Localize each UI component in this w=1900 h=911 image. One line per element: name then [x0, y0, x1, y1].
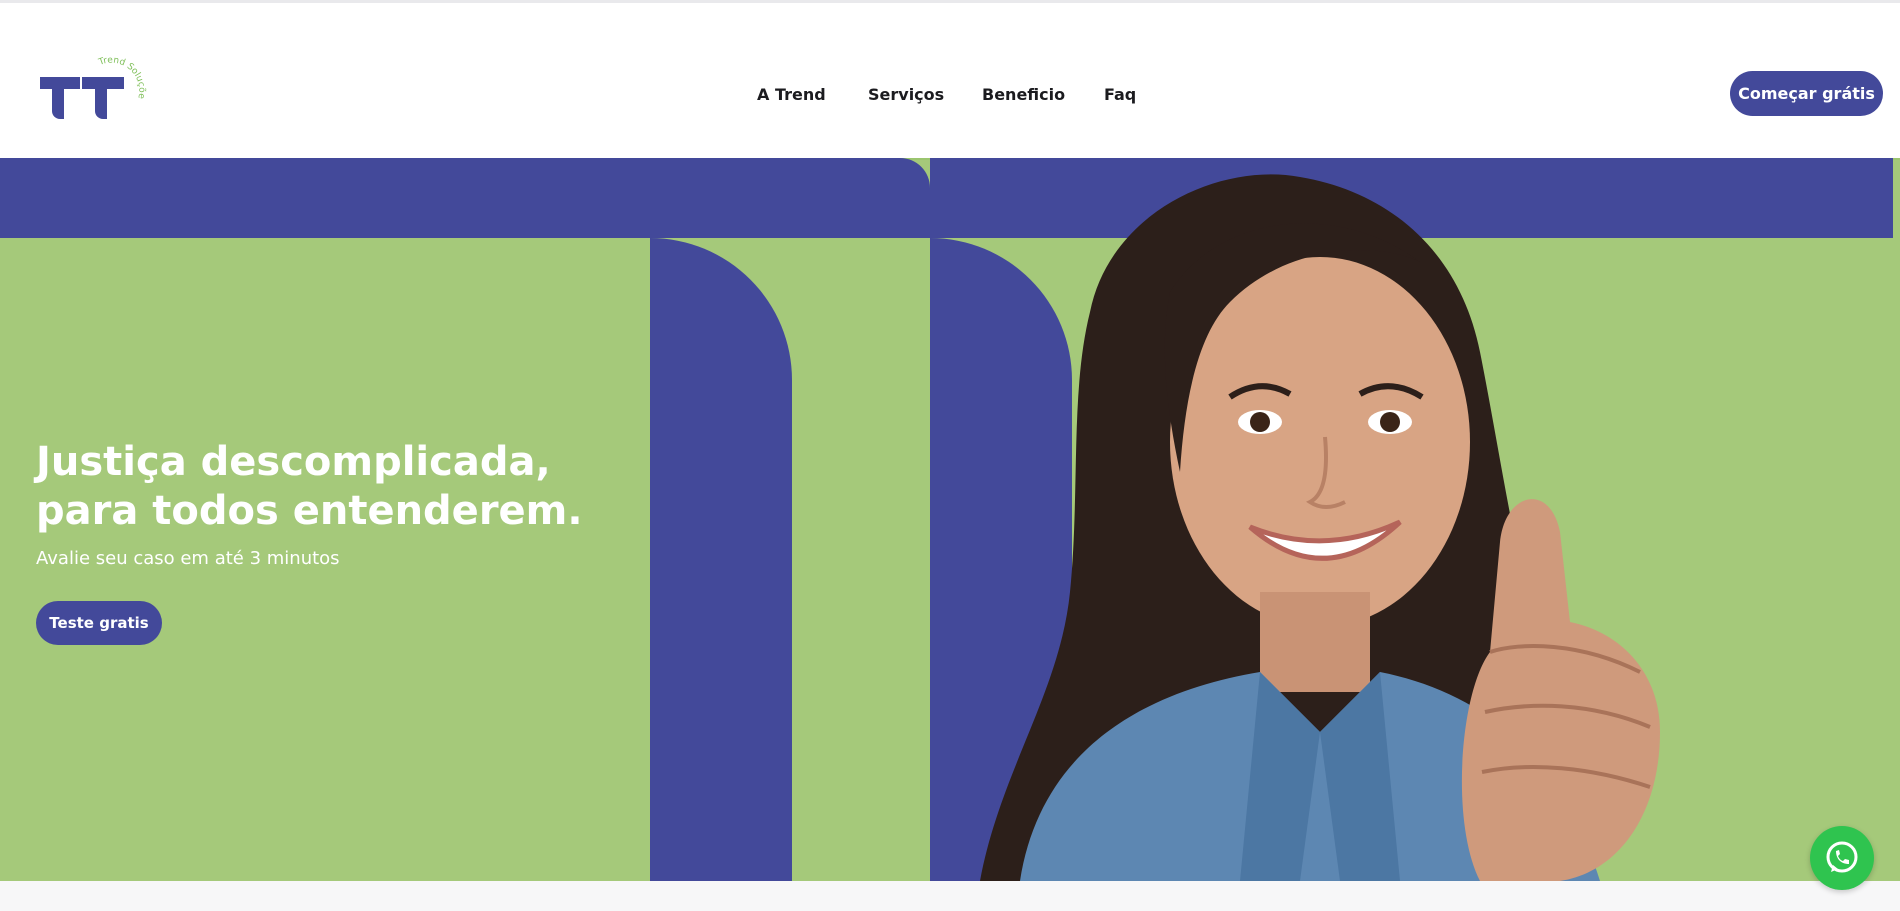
whatsapp-icon — [1826, 841, 1858, 873]
main-nav: A Trend Serviços Beneficio Faq — [0, 85, 1900, 109]
nav-item-beneficio[interactable]: Beneficio — [982, 85, 1065, 104]
hero-title-line-2: para todos entenderem. — [36, 488, 583, 534]
top-bar-left — [0, 158, 930, 238]
nav-item-servicos[interactable]: Serviços — [868, 85, 944, 104]
page-bottom-strip — [0, 881, 1900, 911]
person-thumbs-up-photo — [980, 174, 1660, 881]
hero-title: Justiça descomplicada, para todos entend… — [36, 438, 596, 536]
stem-left — [650, 238, 792, 881]
whatsapp-button[interactable] — [1810, 826, 1874, 890]
start-free-button[interactable]: Começar grátis — [1730, 71, 1883, 116]
hero-subtitle: Avalie seu caso em até 3 minutos — [36, 548, 340, 569]
site-header: Trend Soluções A Trend Serviços Benefici… — [0, 3, 1900, 158]
free-test-button[interactable]: Teste gratis — [36, 601, 162, 645]
hero-section: Justiça descomplicada, para todos entend… — [0, 158, 1900, 881]
nav-item-faq[interactable]: Faq — [1104, 85, 1136, 104]
hero-title-line-1: Justiça descomplicada, — [36, 439, 551, 485]
nav-item-a-trend[interactable]: A Trend — [757, 85, 826, 104]
